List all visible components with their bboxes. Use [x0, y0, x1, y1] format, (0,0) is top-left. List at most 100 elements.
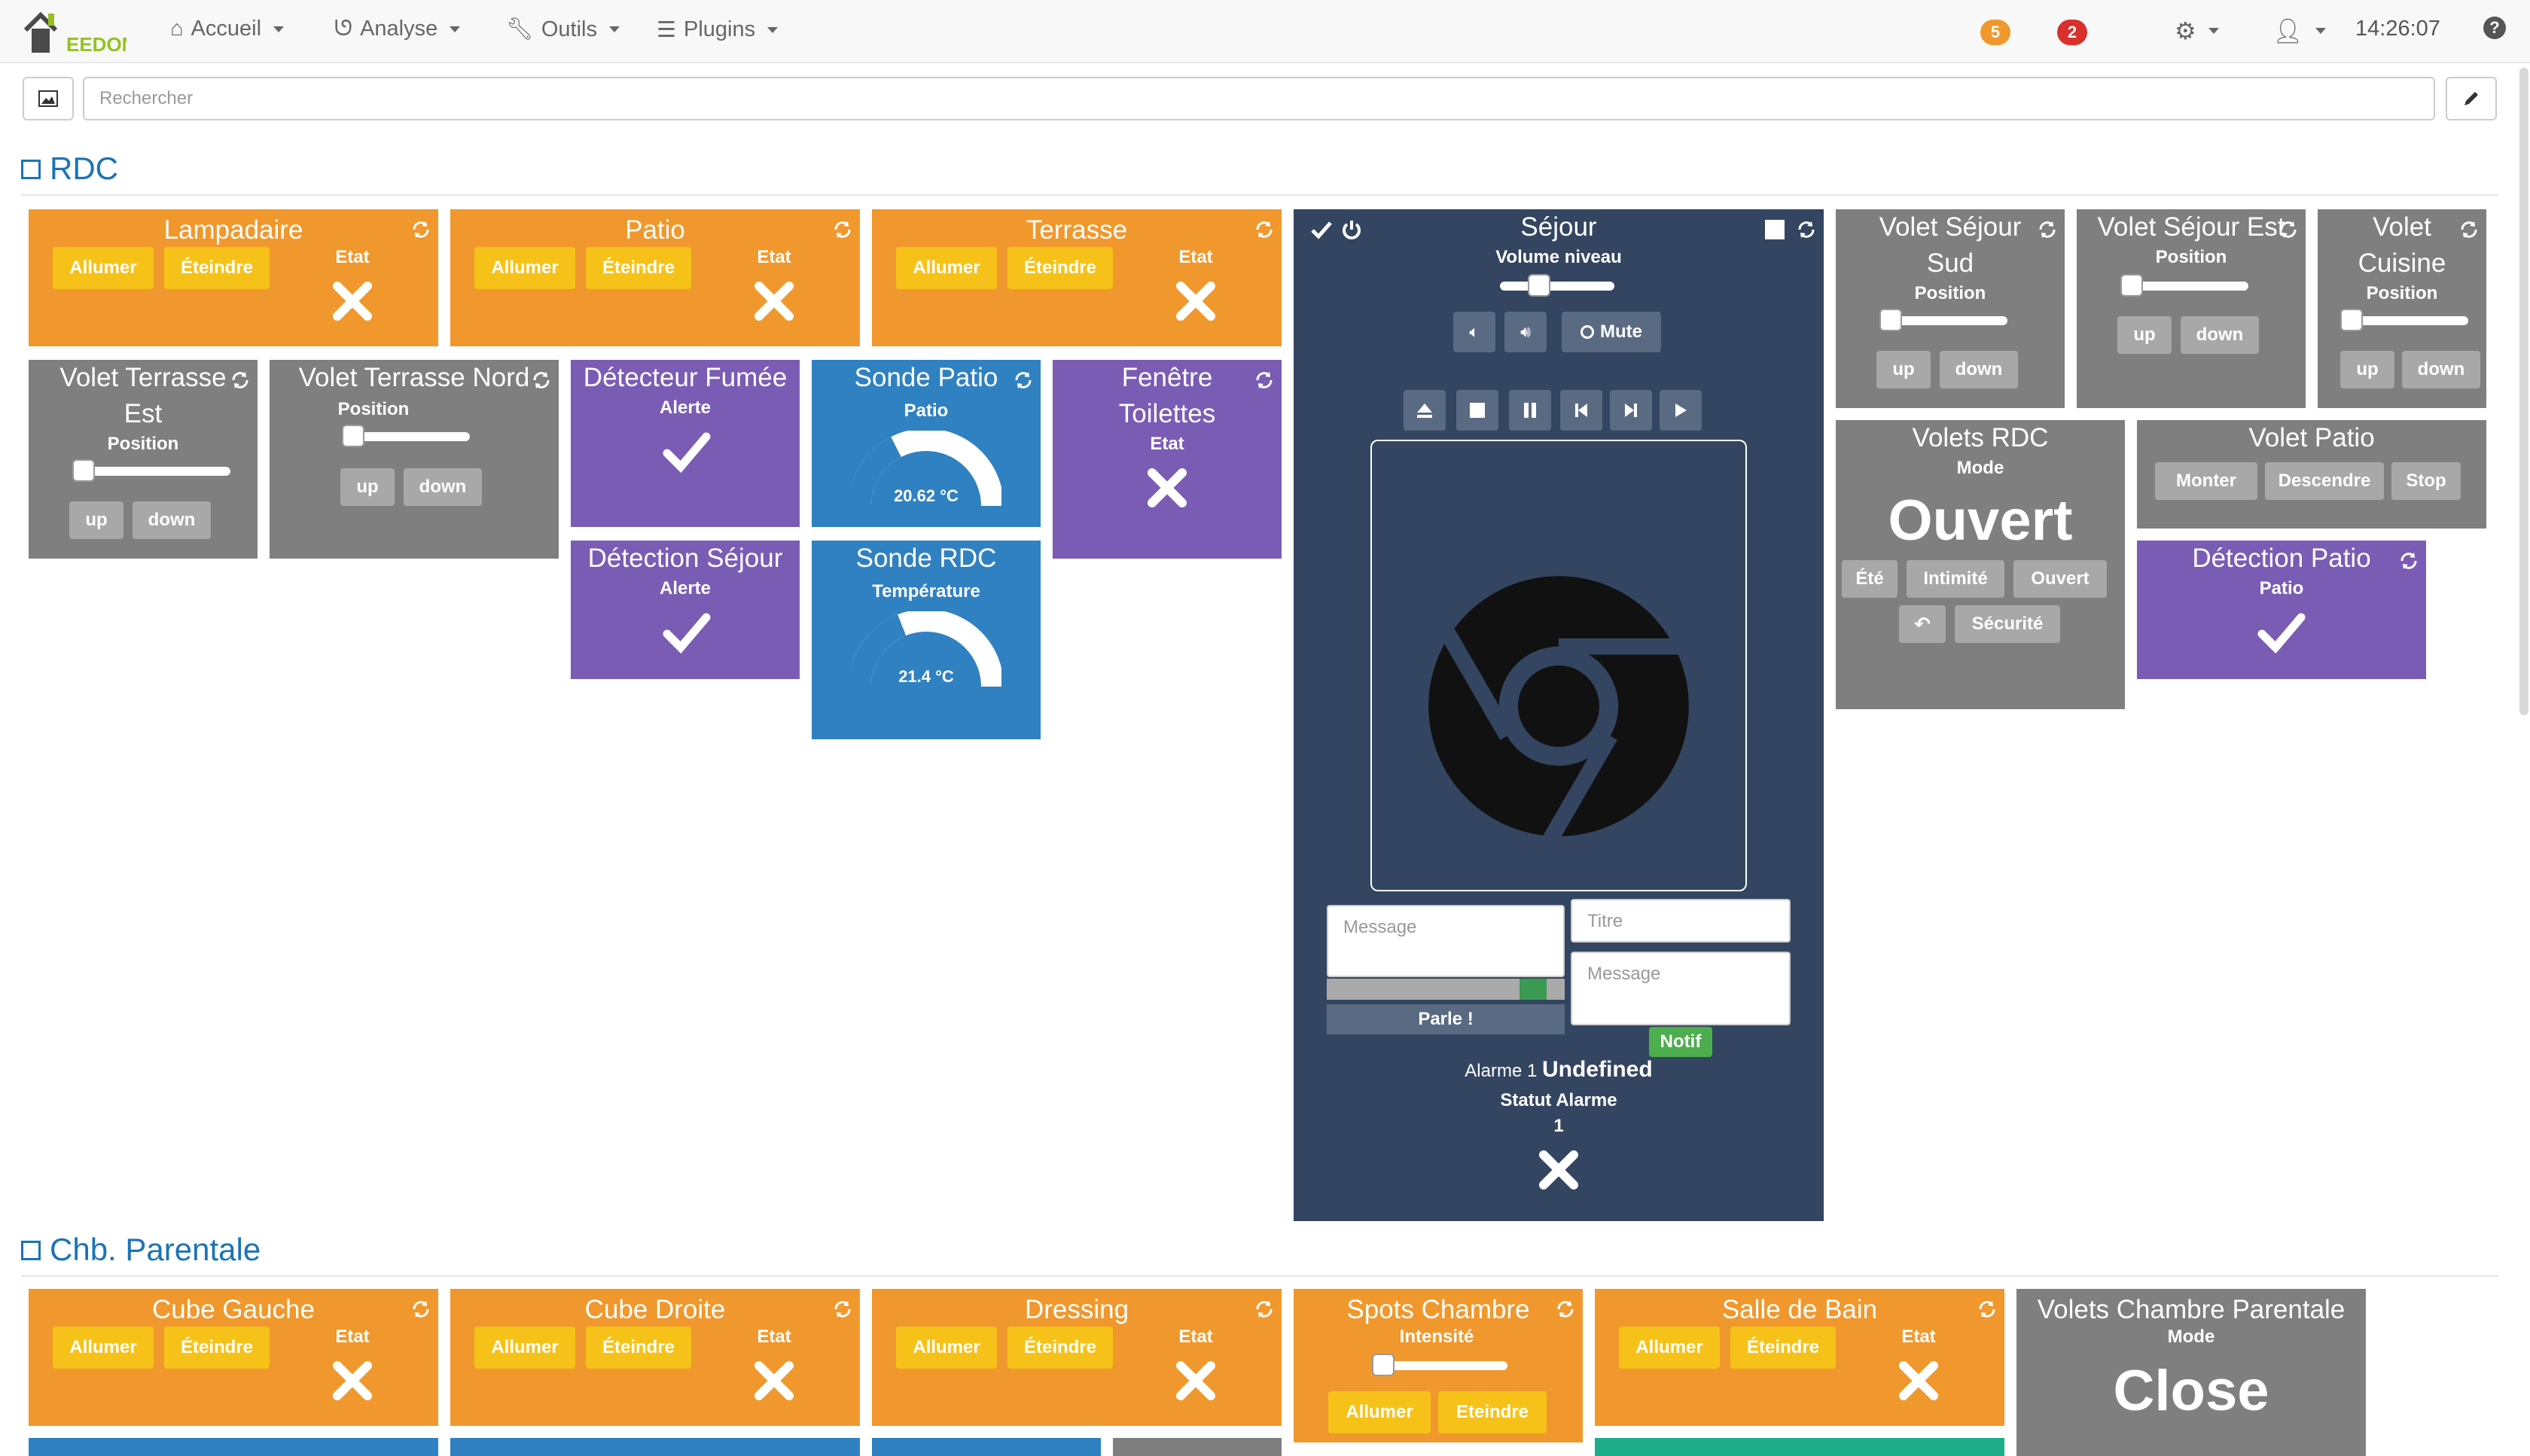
- up-button[interactable]: up: [1876, 351, 1931, 388]
- edit-button[interactable]: [2446, 77, 2497, 120]
- refresh-icon[interactable]: [2279, 220, 2298, 239]
- allumer-button[interactable]: Allumer: [1619, 1327, 1720, 1369]
- volume-up-button[interactable]: 🔊︎: [1504, 312, 1547, 352]
- position-slider[interactable]: [2340, 309, 2468, 331]
- allumer-button[interactable]: Allumer: [53, 1327, 154, 1369]
- allumer-button[interactable]: Allumer: [1328, 1391, 1431, 1433]
- refresh-icon[interactable]: [411, 220, 431, 239]
- eteindre-button[interactable]: Eteindre: [1438, 1391, 1547, 1433]
- refresh-icon[interactable]: [1254, 370, 1274, 390]
- parle-button[interactable]: Parle !: [1327, 1004, 1565, 1034]
- down-button[interactable]: down: [133, 501, 211, 539]
- down-button[interactable]: down: [1940, 351, 2018, 388]
- eteindre-button[interactable]: Éteindre: [1007, 1327, 1113, 1369]
- slider-handle[interactable]: [342, 425, 364, 447]
- position-slider[interactable]: [72, 459, 230, 482]
- square-icon: [21, 160, 41, 179]
- position-slider[interactable]: [2120, 274, 2248, 297]
- allumer-button[interactable]: Allumer: [474, 1327, 575, 1369]
- refresh-icon[interactable]: [2459, 220, 2479, 239]
- nav-outils[interactable]: 🔧︎ Outils: [506, 17, 620, 42]
- refresh-icon[interactable]: [833, 1299, 852, 1319]
- power-icon[interactable]: [1340, 218, 1363, 241]
- slider-handle[interactable]: [2340, 309, 2363, 331]
- refresh-icon[interactable]: [1797, 220, 1816, 239]
- notif-button[interactable]: Notif: [1649, 1027, 1712, 1057]
- slider-handle[interactable]: [1527, 274, 1550, 297]
- next-button[interactable]: [1610, 390, 1652, 431]
- stop-button[interactable]: Stop: [2391, 462, 2461, 500]
- undo-button[interactable]: ↶: [1899, 605, 1946, 643]
- allumer-button[interactable]: Allumer: [474, 247, 575, 289]
- check-icon[interactable]: [1310, 218, 1333, 241]
- up-button[interactable]: up: [69, 501, 123, 539]
- position-slider[interactable]: [342, 425, 470, 447]
- search-bar: Rechercher: [23, 77, 2497, 120]
- pause-button[interactable]: [1509, 390, 1551, 431]
- notification-badge-red[interactable]: 2: [2057, 20, 2087, 45]
- descendre-button[interactable]: Descendre: [2265, 462, 2384, 500]
- search-input[interactable]: Rechercher: [83, 77, 2435, 120]
- slider-handle[interactable]: [1372, 1354, 1395, 1376]
- notification-badge-orange[interactable]: 5: [1980, 20, 2010, 45]
- jeedom-logo[interactable]: EEDOM: [21, 8, 126, 57]
- volume-slider[interactable]: [1500, 274, 1614, 297]
- eteindre-button[interactable]: Éteindre: [1007, 247, 1113, 289]
- refresh-icon[interactable]: [2038, 220, 2057, 239]
- eteindre-button[interactable]: Éteindre: [1730, 1327, 1836, 1369]
- nav-accueil[interactable]: ⌂ Accueil: [170, 17, 285, 41]
- play-button[interactable]: [1660, 390, 1702, 431]
- widget-volet-terrasse-nord: Volet Terrasse Nord Position up down: [270, 360, 559, 559]
- mode-securite-button[interactable]: Sécurité: [1955, 605, 2060, 643]
- nav-analyse[interactable]: ᘎ Analyse: [334, 17, 461, 41]
- intensite-slider[interactable]: [1372, 1354, 1507, 1376]
- user-menu[interactable]: 👤︎: [2272, 17, 2326, 45]
- refresh-icon[interactable]: [411, 1299, 431, 1319]
- up-button[interactable]: up: [2117, 316, 2172, 354]
- titre-input[interactable]: Titre: [1571, 899, 1791, 943]
- up-button[interactable]: up: [340, 468, 395, 506]
- down-button[interactable]: down: [2402, 351, 2480, 388]
- eteindre-button[interactable]: Éteindre: [586, 247, 691, 289]
- mute-button[interactable]: Mute: [1562, 312, 1661, 352]
- refresh-icon[interactable]: [1254, 1299, 1274, 1319]
- refresh-icon[interactable]: [1556, 1299, 1575, 1319]
- eteindre-button[interactable]: Éteindre: [164, 247, 270, 289]
- slider-handle[interactable]: [2120, 274, 2143, 297]
- refresh-icon[interactable]: [2399, 551, 2419, 571]
- allumer-button[interactable]: Allumer: [896, 1327, 997, 1369]
- page-scrollbar[interactable]: [2519, 68, 2528, 715]
- down-button[interactable]: down: [404, 468, 482, 506]
- mode-intimite-button[interactable]: Intimité: [1907, 560, 2004, 598]
- refresh-icon[interactable]: [833, 220, 852, 239]
- allumer-button[interactable]: Allumer: [53, 247, 154, 289]
- mode-ete-button[interactable]: Été: [1842, 560, 1898, 598]
- eteindre-button[interactable]: Éteindre: [164, 1327, 270, 1369]
- notif-message-textarea[interactable]: Message: [1571, 952, 1791, 1025]
- help-icon[interactable]: ?: [2483, 17, 2506, 39]
- position-slider[interactable]: [1879, 309, 2007, 331]
- message-textarea[interactable]: Message: [1327, 905, 1565, 977]
- eject-button[interactable]: [1404, 390, 1446, 431]
- stop-button[interactable]: [1456, 390, 1498, 431]
- refresh-icon[interactable]: [532, 370, 551, 390]
- settings-menu[interactable]: ⚙: [2175, 17, 2219, 45]
- refresh-icon[interactable]: [1014, 370, 1033, 390]
- previous-button[interactable]: [1560, 390, 1602, 431]
- picture-button[interactable]: [23, 77, 74, 120]
- refresh-icon[interactable]: [1254, 220, 1274, 239]
- up-button[interactable]: up: [2340, 351, 2394, 388]
- refresh-icon[interactable]: [230, 370, 250, 390]
- position-label: Position: [337, 399, 410, 419]
- refresh-icon[interactable]: [1977, 1299, 1997, 1319]
- allumer-button[interactable]: Allumer: [896, 247, 997, 289]
- down-button[interactable]: down: [2181, 316, 2259, 354]
- eteindre-button[interactable]: Éteindre: [586, 1327, 691, 1369]
- slider-handle[interactable]: [1879, 309, 1902, 331]
- mode-ouvert-button[interactable]: Ouvert: [2013, 560, 2107, 598]
- stop-square-icon[interactable]: [1765, 220, 1785, 239]
- volume-down-button[interactable]: 🔈︎: [1453, 312, 1495, 352]
- monter-button[interactable]: Monter: [2155, 462, 2257, 500]
- nav-plugins[interactable]: ☰ Plugins: [657, 17, 779, 43]
- slider-handle[interactable]: [72, 459, 95, 482]
